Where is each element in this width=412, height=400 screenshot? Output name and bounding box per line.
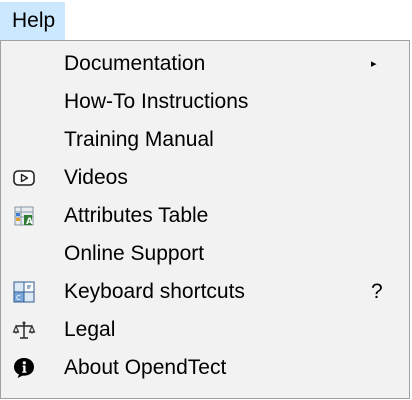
help-menu[interactable]: Help (0, 2, 66, 40)
help-dropdown-menu: Documentation ▸ How-To Instructions Trai… (0, 40, 410, 399)
menu-item-videos[interactable]: Videos (2, 159, 408, 197)
menu-item-label: How-To Instructions (64, 90, 249, 113)
attributes-table-icon: A (12, 204, 36, 228)
menu-item-label: Training Manual (64, 128, 214, 151)
scales-icon (12, 318, 36, 342)
menu-item-label: About OpendTect (64, 356, 227, 379)
svg-text:A: A (26, 217, 33, 227)
menu-item-label: Legal (64, 318, 116, 341)
menu-item-keyboard-shortcuts[interactable]: C Keyboard shortcuts ? (2, 273, 408, 311)
menu-item-how-to-instructions[interactable]: How-To Instructions (2, 83, 408, 121)
menu-item-label: Online Support (64, 242, 205, 265)
menu-item-label: Keyboard shortcuts (64, 280, 245, 303)
shortcut-key: ? (371, 280, 383, 303)
menu-item-label: Attributes Table (64, 204, 209, 227)
menu-item-about-opendtect[interactable]: About OpendTect (2, 349, 408, 387)
submenu-arrow-icon: ▸ (371, 58, 377, 70)
svg-text:C: C (16, 294, 21, 302)
menu-item-training-manual[interactable]: Training Manual (2, 121, 408, 159)
menu-item-online-support[interactable]: Online Support (2, 235, 408, 273)
menu-item-documentation[interactable]: Documentation ▸ (2, 45, 408, 83)
info-icon (12, 356, 36, 380)
video-play-icon (12, 166, 36, 190)
menu-item-label: Videos (64, 166, 128, 189)
menu-item-attributes-table[interactable]: A Attributes Table (2, 197, 408, 235)
menubar: Help (0, 0, 412, 40)
menu-item-label: Documentation (64, 52, 206, 75)
keyboard-shortcuts-icon: C (12, 280, 36, 304)
menu-item-legal[interactable]: Legal (2, 311, 408, 349)
